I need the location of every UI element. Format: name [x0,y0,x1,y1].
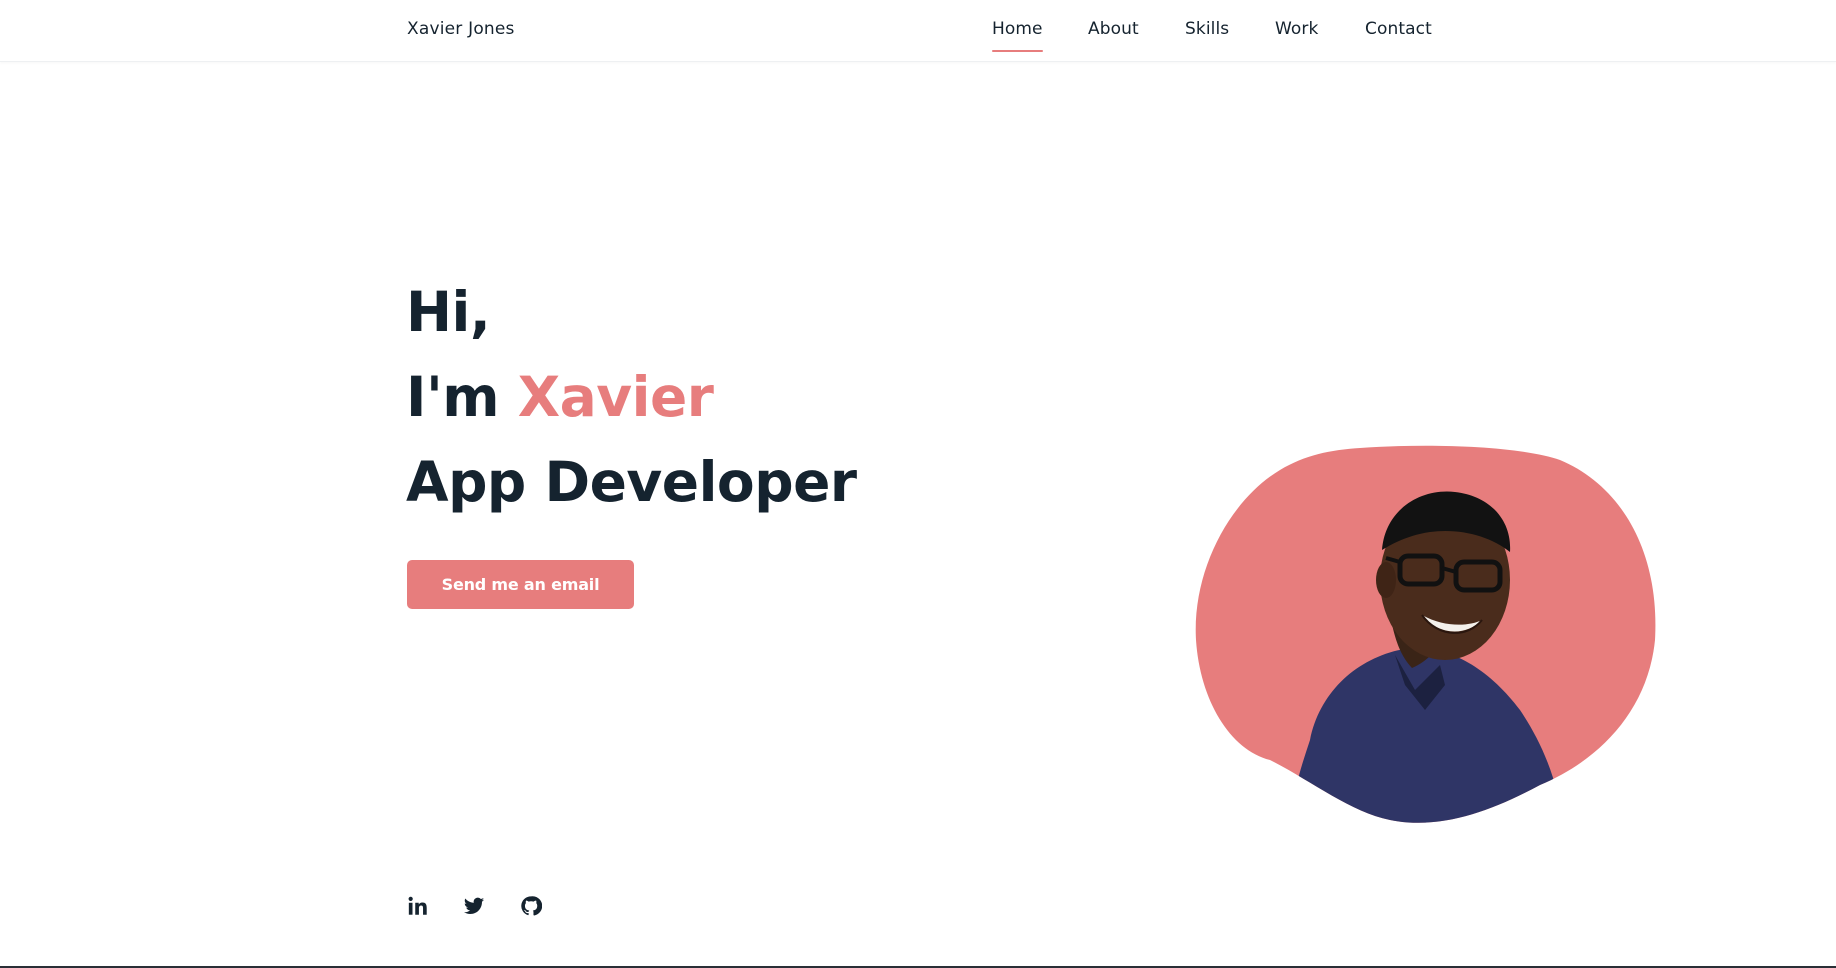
hero-heading: Hi, I'm Xavier App Developer [406,270,857,525]
hero-intro-prefix: I'm [406,365,518,429]
hero-role: App Developer [406,450,857,514]
site-header: Xavier Jones Home About Skills Work Cont… [0,0,1836,62]
profile-portrait [1190,440,1670,830]
nav-link-about[interactable]: About [1088,19,1139,39]
nav-link-skills[interactable]: Skills [1185,19,1229,39]
main-nav: Home About Skills Work Contact [0,19,1836,59]
nav-link-home[interactable]: Home [992,19,1043,52]
hero-greeting: Hi, [406,280,491,344]
hero-intro-line: I'm Xavier [406,355,857,440]
linkedin-icon[interactable] [407,895,431,919]
twitter-icon[interactable] [463,895,487,919]
github-icon[interactable] [520,895,544,919]
nav-link-work[interactable]: Work [1275,19,1318,39]
send-email-button[interactable]: Send me an email [407,560,634,609]
nav-link-contact[interactable]: Contact [1365,19,1432,39]
hero-name: Xavier [517,365,714,429]
